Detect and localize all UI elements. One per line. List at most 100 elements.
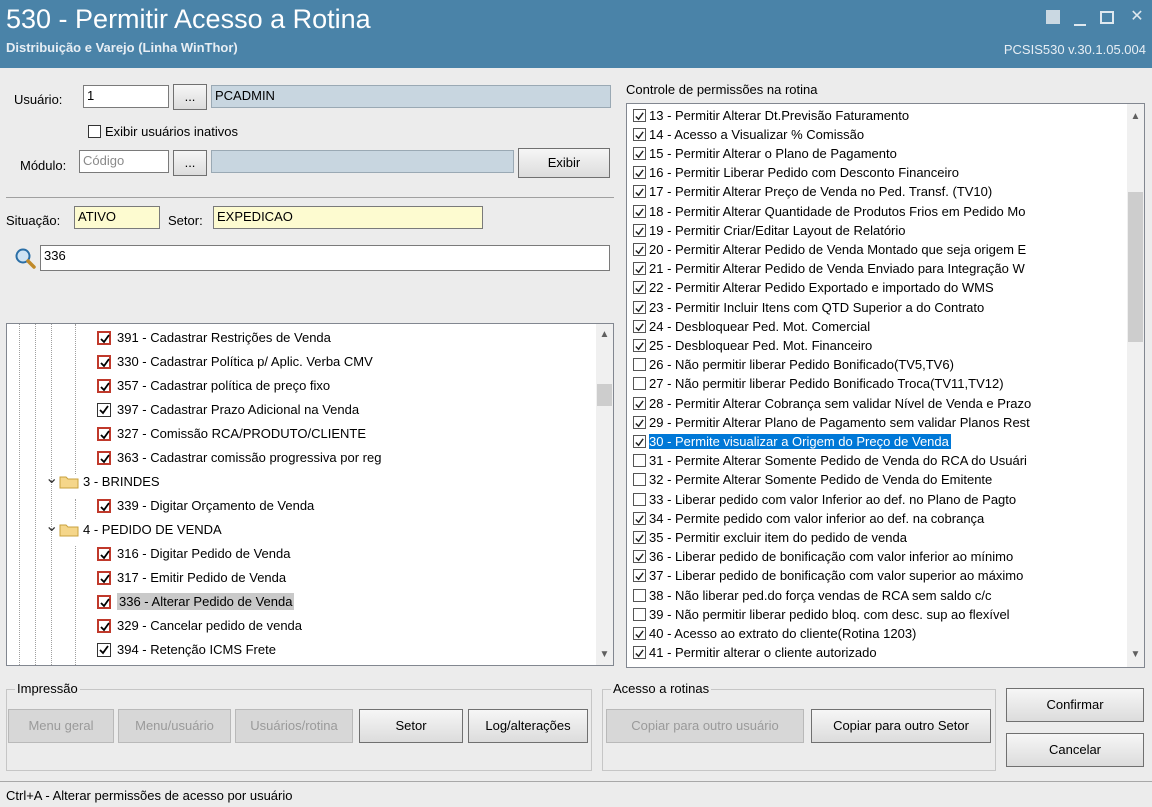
log-alteracoes-button[interactable]: Log/alterações	[468, 709, 588, 743]
tree-checkbox[interactable]	[97, 498, 111, 513]
copy-setor-button[interactable]: Copiar para outro Setor	[811, 709, 991, 743]
permission-item[interactable]: 26 - Não permitir liberar Pedido Bonific…	[633, 357, 1123, 373]
permission-checkbox[interactable]	[633, 550, 646, 564]
user-code-input[interactable]: 1	[83, 85, 169, 108]
permission-item[interactable]: 33 - Liberar pedido com valor Inferior a…	[633, 491, 1123, 507]
menu-usuario-button[interactable]: Menu/usuário	[118, 709, 231, 743]
permissions-scrollbar[interactable]: ▲ ▼	[1127, 104, 1144, 667]
permission-checkbox[interactable]	[633, 358, 646, 372]
show-inactive-checkbox[interactable]	[88, 125, 101, 138]
permission-checkbox[interactable]	[633, 166, 646, 180]
tree-item[interactable]: 363 - Cadastrar comissão progressiva por…	[97, 446, 381, 469]
permissions-list[interactable]: 13 - Permitir Alterar Dt.Previsão Fatura…	[626, 103, 1145, 668]
permission-checkbox[interactable]	[633, 607, 646, 621]
permission-checkbox[interactable]	[633, 185, 646, 199]
permission-checkbox[interactable]	[633, 127, 646, 141]
chevron-down-icon[interactable]: ⌄	[45, 516, 59, 536]
permission-item[interactable]: 34 - Permite pedido com valor inferior a…	[633, 510, 1123, 526]
permission-checkbox[interactable]	[633, 454, 646, 468]
permission-item[interactable]: 35 - Permitir excluir item do pedido de …	[633, 529, 1123, 545]
permission-item[interactable]: 40 - Acesso ao extrato do cliente(Rotina…	[633, 625, 1123, 641]
permission-item[interactable]: 32 - Permite Alterar Somente Pedido de V…	[633, 472, 1123, 488]
search-input[interactable]: 336	[40, 245, 610, 271]
permission-checkbox[interactable]	[633, 434, 646, 448]
permission-checkbox[interactable]	[633, 473, 646, 487]
permission-item[interactable]: 25 - Desbloquear Ped. Mot. Financeiro	[633, 337, 1123, 353]
permission-item[interactable]: 36 - Liberar pedido de bonificação com v…	[633, 549, 1123, 565]
permission-checkbox[interactable]	[633, 300, 646, 314]
permission-item[interactable]: 19 - Permitir Criar/Editar Layout de Rel…	[633, 222, 1123, 238]
permission-checkbox[interactable]	[633, 569, 646, 583]
permission-checkbox[interactable]	[633, 262, 646, 276]
permission-item[interactable]: 37 - Liberar pedido de bonificação com v…	[633, 568, 1123, 584]
exibir-button[interactable]: Exibir	[518, 148, 610, 178]
minimize-button[interactable]	[1074, 16, 1086, 26]
cancel-button[interactable]: Cancelar	[1006, 733, 1144, 767]
permission-item[interactable]: 21 - Permitir Alterar Pedido de Venda En…	[633, 261, 1123, 277]
tree-checkbox[interactable]	[97, 378, 111, 393]
permission-item[interactable]: 17 - Permitir Alterar Preço de Venda no …	[633, 184, 1123, 200]
tree-item[interactable]: 327 - Comissão RCA/PRODUTO/CLIENTE	[97, 422, 366, 445]
restore-icon[interactable]	[1046, 10, 1060, 24]
tree-checkbox[interactable]	[97, 618, 111, 633]
tree-checkbox[interactable]	[97, 594, 111, 609]
permission-checkbox[interactable]	[633, 396, 646, 410]
tree-item[interactable]: 339 - Digitar Orçamento de Venda	[97, 494, 314, 517]
tree-item[interactable]: 329 - Cancelar pedido de venda	[97, 614, 302, 637]
confirm-button[interactable]: Confirmar	[1006, 688, 1144, 722]
tree-item[interactable]: 394 - Retenção ICMS Frete	[97, 638, 276, 661]
tree-checkbox[interactable]	[97, 450, 111, 465]
maximize-button[interactable]	[1100, 11, 1114, 24]
chevron-down-icon[interactable]: ⌄	[45, 468, 59, 488]
tree-checkbox[interactable]	[97, 570, 111, 585]
permission-item[interactable]: 15 - Permitir Alterar o Plano de Pagamen…	[633, 145, 1123, 161]
tree-checkbox[interactable]	[97, 426, 111, 441]
menu-geral-button[interactable]: Menu geral	[8, 709, 114, 743]
tree-checkbox[interactable]	[97, 546, 111, 561]
permission-checkbox[interactable]	[633, 492, 646, 506]
routine-tree[interactable]: 391 - Cadastrar Restrições de Venda 330 -…	[6, 323, 614, 666]
tree-item[interactable]: 336 - Alterar Pedido de Venda	[97, 590, 295, 613]
permission-item[interactable]: 28 - Permitir Alterar Cobrança sem valid…	[633, 395, 1123, 411]
tree-scrollbar[interactable]: ▲ ▼	[596, 324, 613, 665]
permission-item[interactable]: 39 - Não permitir liberar pedido bloq. c…	[633, 606, 1123, 622]
tree-item[interactable]: 330 - Cadastrar Política p/ Aplic. Verba…	[97, 350, 373, 373]
permission-checkbox[interactable]	[633, 108, 646, 122]
permission-item[interactable]: 27 - Não permitir liberar Pedido Bonific…	[633, 376, 1123, 392]
permission-checkbox[interactable]	[633, 242, 646, 256]
tree-item[interactable]: 317 - Emitir Pedido de Venda	[97, 566, 286, 589]
tree-folder[interactable]: ⌄5 - METAS DE VENDA	[45, 662, 216, 666]
tree-checkbox[interactable]	[97, 354, 111, 369]
permission-checkbox[interactable]	[633, 223, 646, 237]
permission-checkbox[interactable]	[633, 626, 646, 640]
permission-item[interactable]: 20 - Permitir Alterar Pedido de Venda Mo…	[633, 241, 1123, 257]
tree-item[interactable]: 397 - Cadastrar Prazo Adicional na Venda	[97, 398, 359, 421]
close-button[interactable]: ✕	[1128, 8, 1146, 26]
permission-item[interactable]: 38 - Não liberar ped.do força vendas de …	[633, 587, 1123, 603]
usuarios-rotina-button[interactable]: Usuários/rotina	[235, 709, 353, 743]
permission-checkbox[interactable]	[633, 319, 646, 333]
tree-folder[interactable]: ⌄ 4 - PEDIDO DE VENDA	[45, 518, 222, 541]
permission-item[interactable]: 16 - Permitir Liberar Pedido com Descont…	[633, 165, 1123, 181]
permission-item[interactable]: 41 - Permitir alterar o cliente autoriza…	[633, 645, 1123, 661]
permission-item[interactable]: 22 - Permitir Alterar Pedido Exportado e…	[633, 280, 1123, 296]
permission-item[interactable]: 13 - Permitir Alterar Dt.Previsão Fatura…	[633, 107, 1123, 123]
setor-button[interactable]: Setor	[359, 709, 463, 743]
permission-checkbox[interactable]	[633, 281, 646, 295]
tree-item[interactable]: 357 - Cadastrar política de preço fixo	[97, 374, 330, 397]
permission-checkbox[interactable]	[633, 338, 646, 352]
chevron-down-icon[interactable]: ⌄	[45, 660, 59, 666]
permission-checkbox[interactable]	[633, 377, 646, 391]
tree-checkbox[interactable]	[97, 402, 111, 417]
permission-checkbox[interactable]	[633, 588, 646, 602]
permission-checkbox[interactable]	[633, 646, 646, 660]
tree-item[interactable]: 316 - Digitar Pedido de Venda	[97, 542, 290, 565]
tree-item[interactable]: 391 - Cadastrar Restrições de Venda	[97, 326, 331, 349]
permission-item[interactable]: 29 - Permitir Alterar Plano de Pagamento…	[633, 414, 1123, 430]
user-browse-button[interactable]: ...	[173, 84, 207, 110]
tree-checkbox[interactable]	[97, 642, 111, 657]
copy-user-button[interactable]: Copiar para outro usuário	[606, 709, 804, 743]
module-browse-button[interactable]: ...	[173, 150, 207, 176]
tree-checkbox[interactable]	[97, 330, 111, 345]
permission-checkbox[interactable]	[633, 530, 646, 544]
